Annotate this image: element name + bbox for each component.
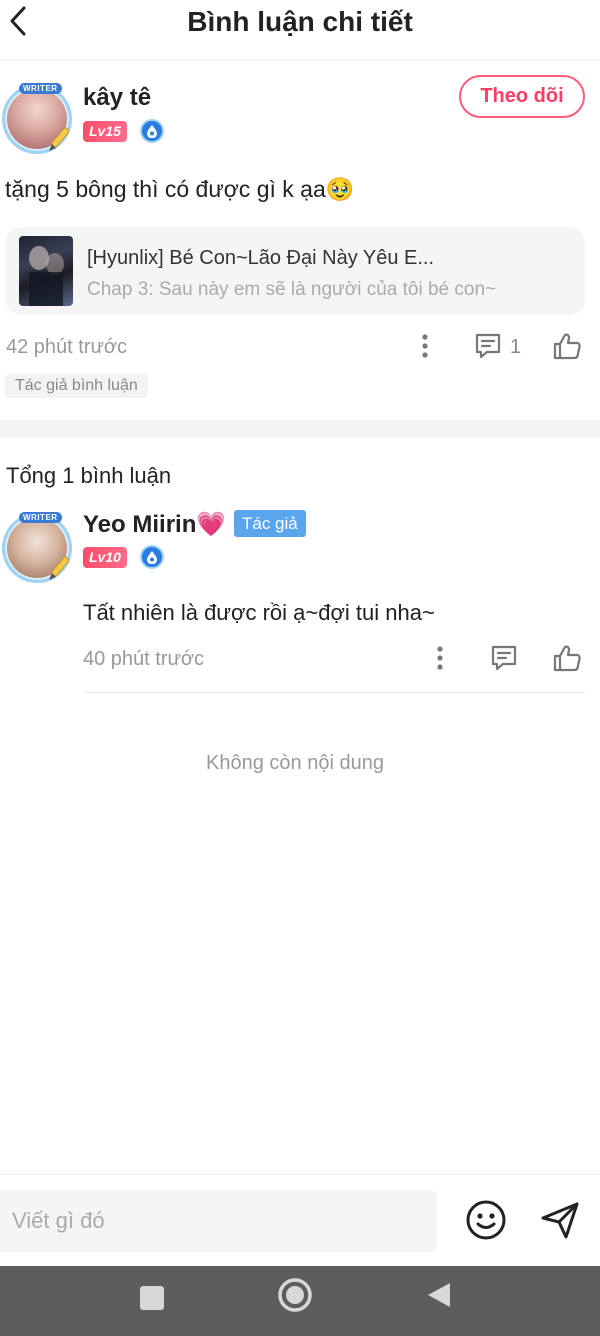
chapter-card[interactable]: [Hyunlix] Bé Con~Lão Đại Này Yêu E... Ch… xyxy=(5,227,585,315)
reply-count: 1 xyxy=(510,336,522,358)
reply-divider xyxy=(83,692,585,693)
author-badge: Tác giả xyxy=(234,510,306,537)
reply-writer-badge: WRITER xyxy=(19,512,62,523)
username[interactable]: kây tê xyxy=(83,84,151,112)
more-button[interactable] xyxy=(412,332,438,360)
thumbs-up-icon xyxy=(553,333,581,360)
system-navigation-bar xyxy=(0,1266,600,1336)
thumbs-up-icon xyxy=(553,645,581,672)
follow-button[interactable]: Theo dõi xyxy=(459,75,585,118)
reply-like-button[interactable] xyxy=(550,641,584,675)
more-vertical-icon xyxy=(437,646,443,670)
home-circle-icon xyxy=(278,1278,312,1312)
pen-icon xyxy=(49,127,70,151)
chapter-card-title: [Hyunlix] Bé Con~Lão Đại Này Yêu E... xyxy=(87,247,435,269)
chapter-cover xyxy=(19,236,73,306)
water-drop-icon xyxy=(140,119,164,143)
more-vertical-icon xyxy=(422,334,428,358)
reply-water-drop-icon xyxy=(140,545,164,569)
reply-more-button[interactable] xyxy=(427,644,453,672)
like-button[interactable] xyxy=(550,329,584,363)
square-icon xyxy=(140,1286,164,1310)
header: Bình luận chi tiết xyxy=(0,0,600,48)
send-button[interactable] xyxy=(538,1198,582,1242)
comment-icon xyxy=(475,333,501,359)
comment-time: 42 phút trước xyxy=(6,336,128,358)
system-back-button[interactable] xyxy=(424,1280,454,1310)
emoji-button[interactable] xyxy=(464,1198,508,1242)
recent-apps-button[interactable] xyxy=(136,1282,168,1314)
reply-time: 40 phút trước xyxy=(83,648,205,670)
send-icon xyxy=(541,1202,579,1239)
triangle-back-icon xyxy=(428,1283,450,1307)
level-badge: Lv15 xyxy=(83,121,127,142)
author-comment-tag: Tác giả bình luận xyxy=(5,374,148,398)
smiley-icon xyxy=(466,1200,506,1240)
end-of-content-text: Không còn nội dung xyxy=(206,752,384,774)
comment-icon xyxy=(491,645,517,671)
header-divider xyxy=(0,60,600,61)
reply-button[interactable] xyxy=(472,330,504,362)
chapter-card-subtitle: Chap 3: Sau này em sẽ là người của tôi b… xyxy=(87,279,497,300)
section-separator xyxy=(0,420,600,438)
comment-input[interactable] xyxy=(0,1190,437,1252)
reply-pen-icon xyxy=(49,556,70,580)
home-button[interactable] xyxy=(276,1276,314,1314)
writer-badge: WRITER xyxy=(19,83,62,94)
reply-username[interactable]: Yeo Miirin💗 xyxy=(83,510,226,539)
total-comments-label: Tổng 1 bình luận xyxy=(6,463,172,488)
page-title: Bình luận chi tiết xyxy=(187,6,413,37)
comment-text: tặng 5 bông thì có được gì k ạa🥹 xyxy=(5,176,355,202)
reply-level-badge: Lv10 xyxy=(83,547,127,568)
reply-text: Tất nhiên là được rồi ạ~đợi tui nha~ xyxy=(83,600,435,625)
reply-reply-button[interactable] xyxy=(488,642,520,674)
